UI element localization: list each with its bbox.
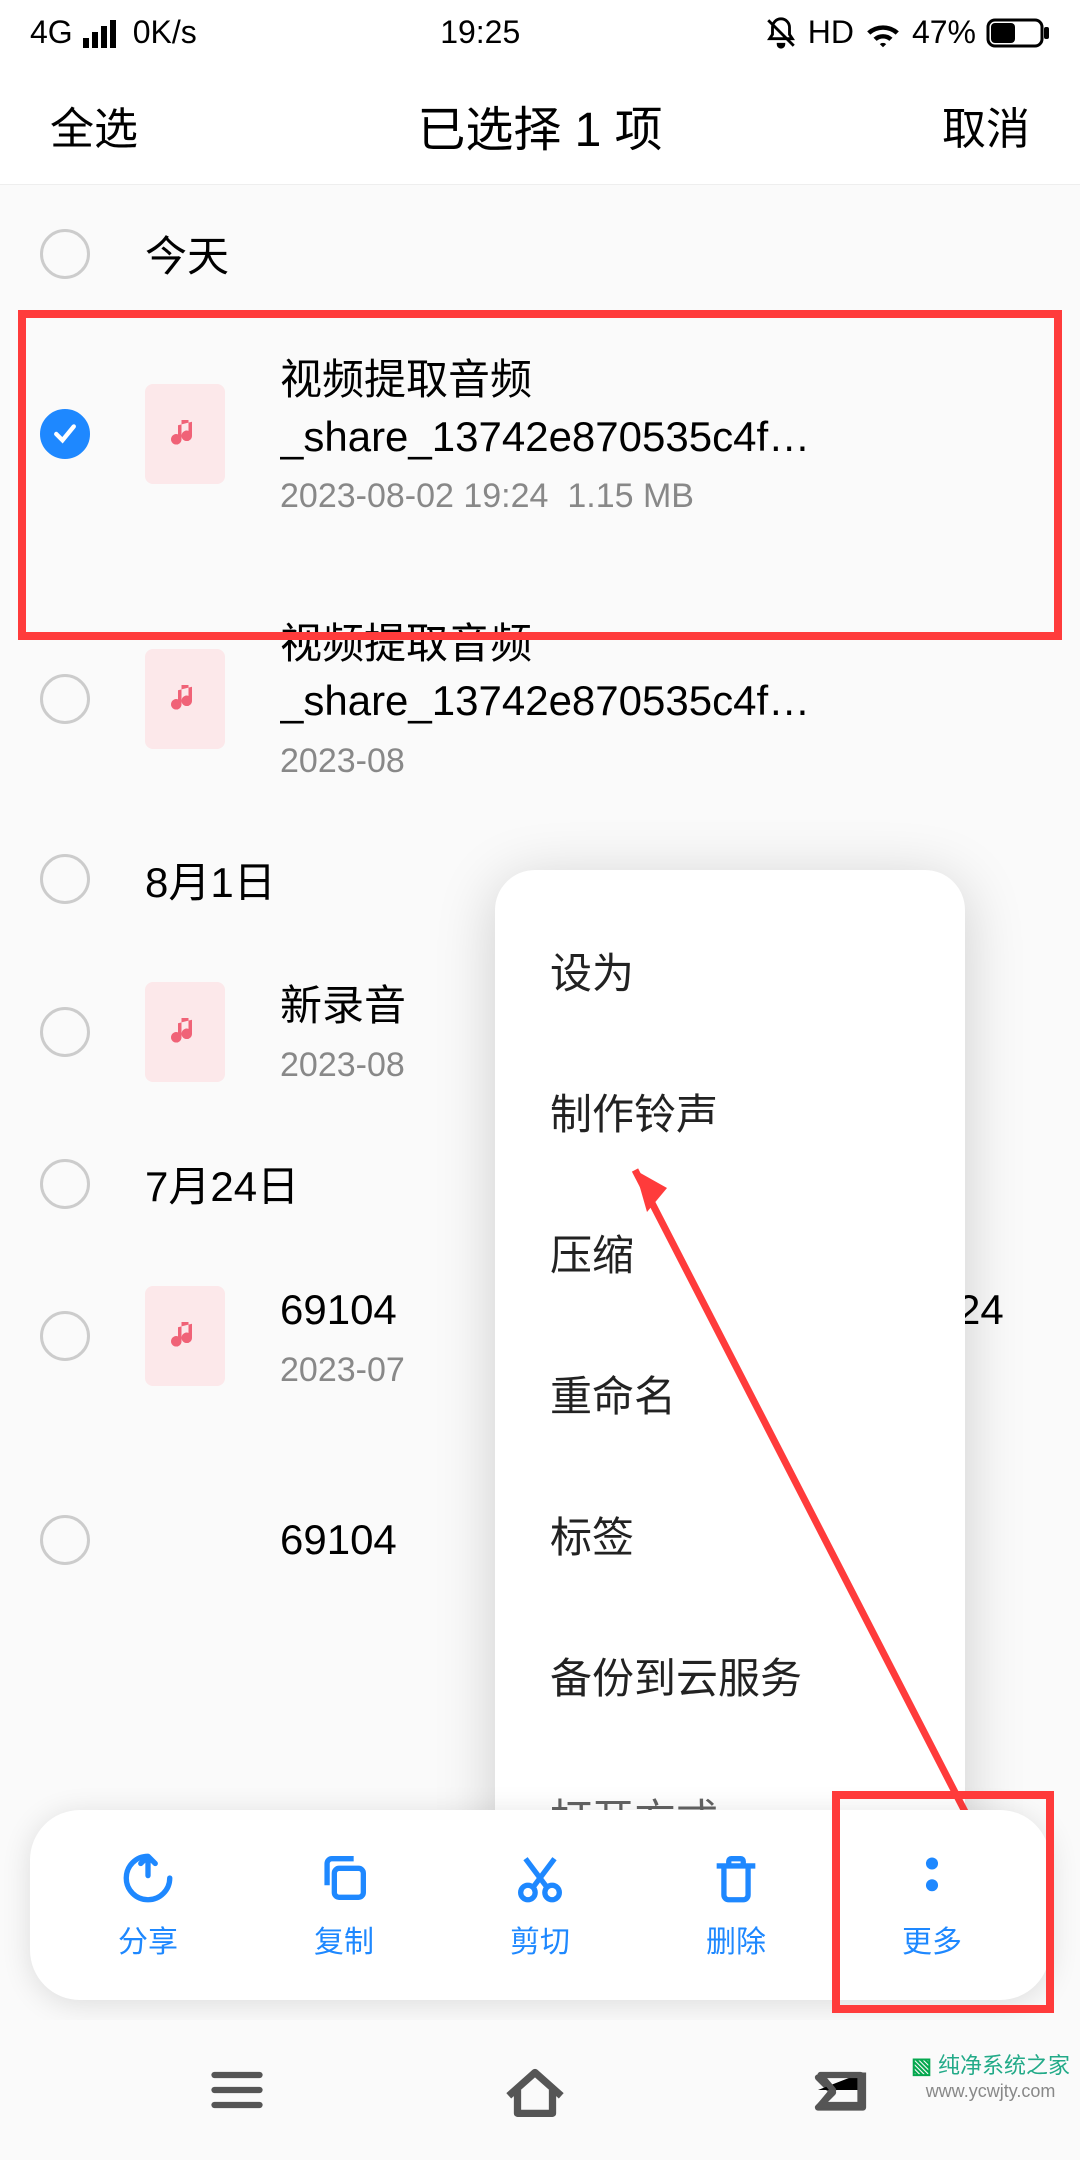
back-nav-icon[interactable]: [803, 2065, 873, 2115]
file-checkbox[interactable]: [40, 1311, 90, 1361]
wifi-icon: [864, 18, 902, 48]
more-menu: 设为 制作铃声 压缩 重命名 标签 备份到云服务 打开方式: [495, 870, 965, 1917]
section-checkbox[interactable]: [40, 854, 90, 904]
section-title: 7月24日: [145, 1153, 299, 1214]
menu-backup-cloud[interactable]: 备份到云服务: [495, 1605, 965, 1746]
more-icon: [903, 1849, 961, 1907]
file-meta: 2023-08: [280, 742, 1040, 781]
menu-tag[interactable]: 标签: [495, 1464, 965, 1605]
file-checkbox[interactable]: [40, 674, 90, 724]
status-time: 19:25: [440, 14, 520, 51]
section-header[interactable]: 今天: [0, 185, 1080, 322]
menu-make-ringtone[interactable]: 制作铃声: [495, 1041, 965, 1182]
file-meta: 2023-08-02 19:24 1.15 MB: [280, 477, 1040, 516]
status-bar: 4G 0K/s 19:25 HD 47%: [0, 0, 1080, 65]
more-button[interactable]: 更多: [834, 1849, 1030, 1961]
music-file-icon: [145, 982, 225, 1082]
delete-button[interactable]: 删除: [638, 1849, 834, 1961]
network-type: 4G: [30, 14, 73, 51]
music-file-icon: [145, 649, 225, 749]
watermark: ▧ 纯净系统之家www.ycwjty.com: [911, 2054, 1070, 2102]
file-checkbox[interactable]: [40, 1007, 90, 1057]
cut-icon: [511, 1849, 569, 1907]
home-nav-icon[interactable]: [500, 2060, 570, 2120]
menu-nav-icon[interactable]: [207, 2065, 267, 2115]
cut-button[interactable]: 剪切: [442, 1849, 638, 1961]
header-title: 已选择 1 项: [138, 90, 942, 160]
selection-header: 全选 已选择 1 项 取消: [0, 65, 1080, 185]
file-name: 视频提取音频_share_13742e870535c4f…: [280, 616, 1040, 729]
delete-icon: [707, 1849, 765, 1907]
file-item[interactable]: 视频提取音频_share_13742e870535c4f… 2023-08: [0, 586, 1080, 810]
network-speed: 0K/s: [133, 14, 197, 51]
file-name: 视频提取音频_share_13742e870535c4f…: [280, 352, 1040, 465]
cancel-button[interactable]: 取消: [942, 93, 1030, 157]
section-title: 今天: [145, 223, 229, 284]
section-checkbox[interactable]: [40, 1159, 90, 1209]
action-bar: 分享 复制 剪切 删除 更多: [30, 1810, 1050, 2000]
file-checkbox[interactable]: [40, 1515, 90, 1565]
battery-pct: 47%: [912, 14, 976, 51]
section-checkbox[interactable]: [40, 229, 90, 279]
music-file-icon: [145, 1286, 225, 1386]
menu-rename[interactable]: 重命名: [495, 1323, 965, 1464]
section-title: 8月1日: [145, 849, 276, 910]
hd-label: HD: [808, 14, 854, 51]
copy-icon: [315, 1849, 373, 1907]
file-item[interactable]: 视频提取音频_share_13742e870535c4f… 2023-08-02…: [0, 322, 1080, 546]
mute-icon: [764, 16, 798, 50]
signal-icon: [83, 18, 123, 48]
menu-compress[interactable]: 压缩: [495, 1182, 965, 1323]
select-all-button[interactable]: 全选: [50, 93, 138, 157]
file-checkbox[interactable]: [40, 409, 90, 459]
share-icon: [119, 1849, 177, 1907]
copy-button[interactable]: 复制: [246, 1849, 442, 1961]
share-button[interactable]: 分享: [50, 1849, 246, 1961]
menu-set-as[interactable]: 设为: [495, 900, 965, 1041]
battery-icon: [986, 18, 1050, 48]
music-file-icon: [145, 384, 225, 484]
